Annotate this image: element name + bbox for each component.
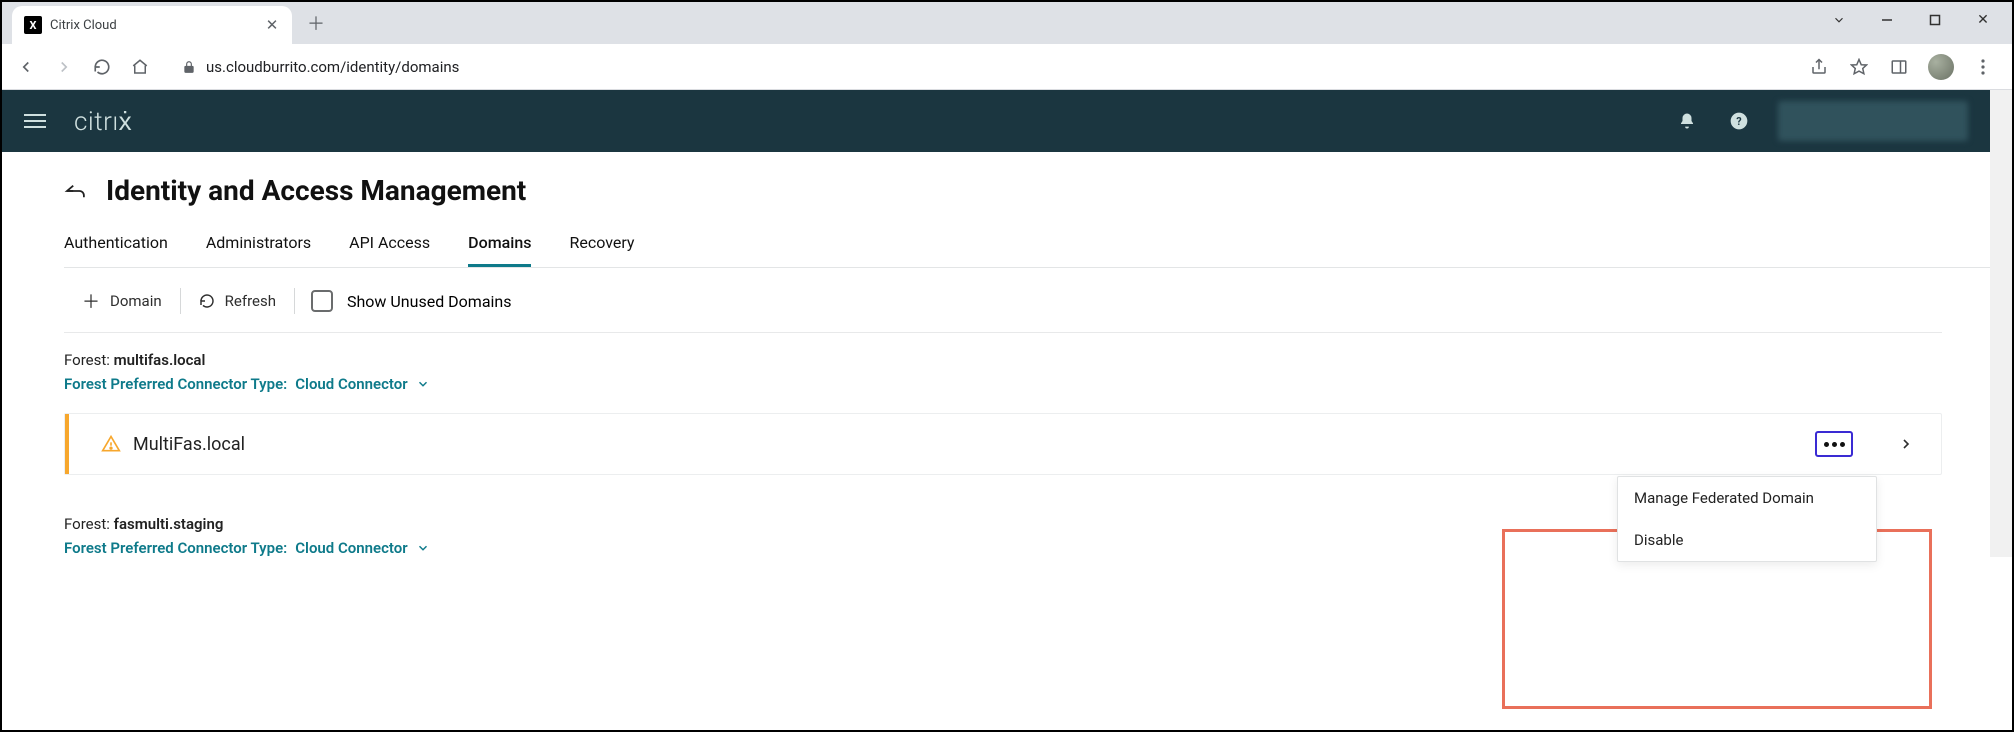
browser-toolbar: us.cloudburrito.com/identity/domains <box>2 44 2012 90</box>
chevron-down-icon <box>416 541 430 555</box>
dropdown-icon[interactable] <box>1816 2 1862 38</box>
kebab-menu-icon[interactable] <box>1972 56 1994 78</box>
tab-administrators[interactable]: Administrators <box>206 233 311 267</box>
panel-icon[interactable] <box>1888 56 1910 78</box>
reload-button[interactable] <box>88 53 116 81</box>
page-title: Identity and Access Management <box>106 174 526 207</box>
more-actions-button[interactable] <box>1815 431 1853 457</box>
home-button[interactable] <box>126 53 154 81</box>
back-button[interactable] <box>12 53 40 81</box>
back-arrow-icon[interactable] <box>64 183 86 199</box>
app-header: citrıẋ ? <box>2 90 1990 152</box>
toolbar-right-icons <box>1808 54 1994 80</box>
expand-button[interactable] <box>1893 431 1919 457</box>
close-icon[interactable]: ✕ <box>264 17 280 33</box>
new-tab-button[interactable]: ＋ <box>302 9 330 37</box>
maximize-button[interactable] <box>1912 2 1958 38</box>
share-icon[interactable] <box>1808 56 1830 78</box>
manage-federated-domain-item[interactable]: Manage Federated Domain <box>1618 477 1876 519</box>
window-controls: ✕ <box>1816 2 2006 38</box>
actions-dropdown: Manage Federated Domain Disable <box>1617 476 1877 562</box>
help-icon[interactable]: ? <box>1720 102 1758 140</box>
address-bar[interactable]: us.cloudburrito.com/identity/domains <box>170 51 1792 83</box>
chevron-down-icon <box>416 377 430 391</box>
show-unused-toggle[interactable]: Show Unused Domains <box>295 286 522 316</box>
domain-name: MultiFas.local <box>133 434 1815 455</box>
tab-api-access[interactable]: API Access <box>349 233 430 267</box>
browser-chrome: X Citrix Cloud ✕ ＋ ✕ us.cloudburrito.com… <box>2 2 2012 90</box>
disable-item[interactable]: Disable <box>1618 519 1876 561</box>
profile-avatar[interactable] <box>1928 54 1954 80</box>
domain-card: MultiFas.local Manage Federated Domain D… <box>64 413 1942 475</box>
brand-logo: citrıẋ <box>74 106 132 137</box>
svg-text:?: ? <box>1736 115 1741 128</box>
tab-title: Citrix Cloud <box>50 18 256 33</box>
add-domain-button[interactable]: ＋ Domain <box>64 284 180 318</box>
tab-authentication[interactable]: Authentication <box>64 233 168 267</box>
forest-block: Forest: multifas.local Forest Preferred … <box>64 351 1942 475</box>
hamburger-menu[interactable] <box>24 114 46 128</box>
lock-icon <box>182 60 196 74</box>
plus-icon: ＋ <box>82 288 100 314</box>
show-unused-label: Show Unused Domains <box>347 292 512 311</box>
connector-type-toggle[interactable]: Forest Preferred Connector Type:Cloud Co… <box>64 375 1942 393</box>
refresh-button[interactable]: Refresh <box>181 288 294 314</box>
tab-domains[interactable]: Domains <box>468 233 531 267</box>
forest-label: Forest: multifas.local <box>64 351 1942 369</box>
minimize-button[interactable] <box>1864 2 1910 38</box>
page-title-row: Identity and Access Management <box>64 174 1990 207</box>
refresh-icon <box>199 293 215 309</box>
star-icon[interactable] <box>1848 56 1870 78</box>
close-window-button[interactable]: ✕ <box>1960 2 2006 38</box>
tab-strip: X Citrix Cloud ✕ ＋ ✕ <box>2 2 2012 44</box>
warning-icon <box>101 434 121 454</box>
add-domain-label: Domain <box>110 292 162 310</box>
account-menu[interactable] <box>1778 101 1968 141</box>
app-frame: citrıẋ ? Identity and Access Management … <box>2 90 2012 557</box>
checkbox-icon <box>311 290 333 312</box>
actions-row: ＋ Domain Refresh Show Unused Domains <box>64 284 1942 333</box>
status-bar <box>65 414 69 474</box>
forward-button[interactable] <box>50 53 78 81</box>
page-body: Identity and Access Management Authentic… <box>2 152 1990 557</box>
bell-icon[interactable] <box>1668 102 1706 140</box>
browser-tab[interactable]: X Citrix Cloud ✕ <box>12 6 292 44</box>
tab-favicon: X <box>24 16 42 34</box>
url-text: us.cloudburrito.com/identity/domains <box>206 58 459 76</box>
tab-recovery[interactable]: Recovery <box>569 233 634 267</box>
tabs-row: Authentication Administrators API Access… <box>64 233 1990 268</box>
refresh-label: Refresh <box>225 292 276 310</box>
